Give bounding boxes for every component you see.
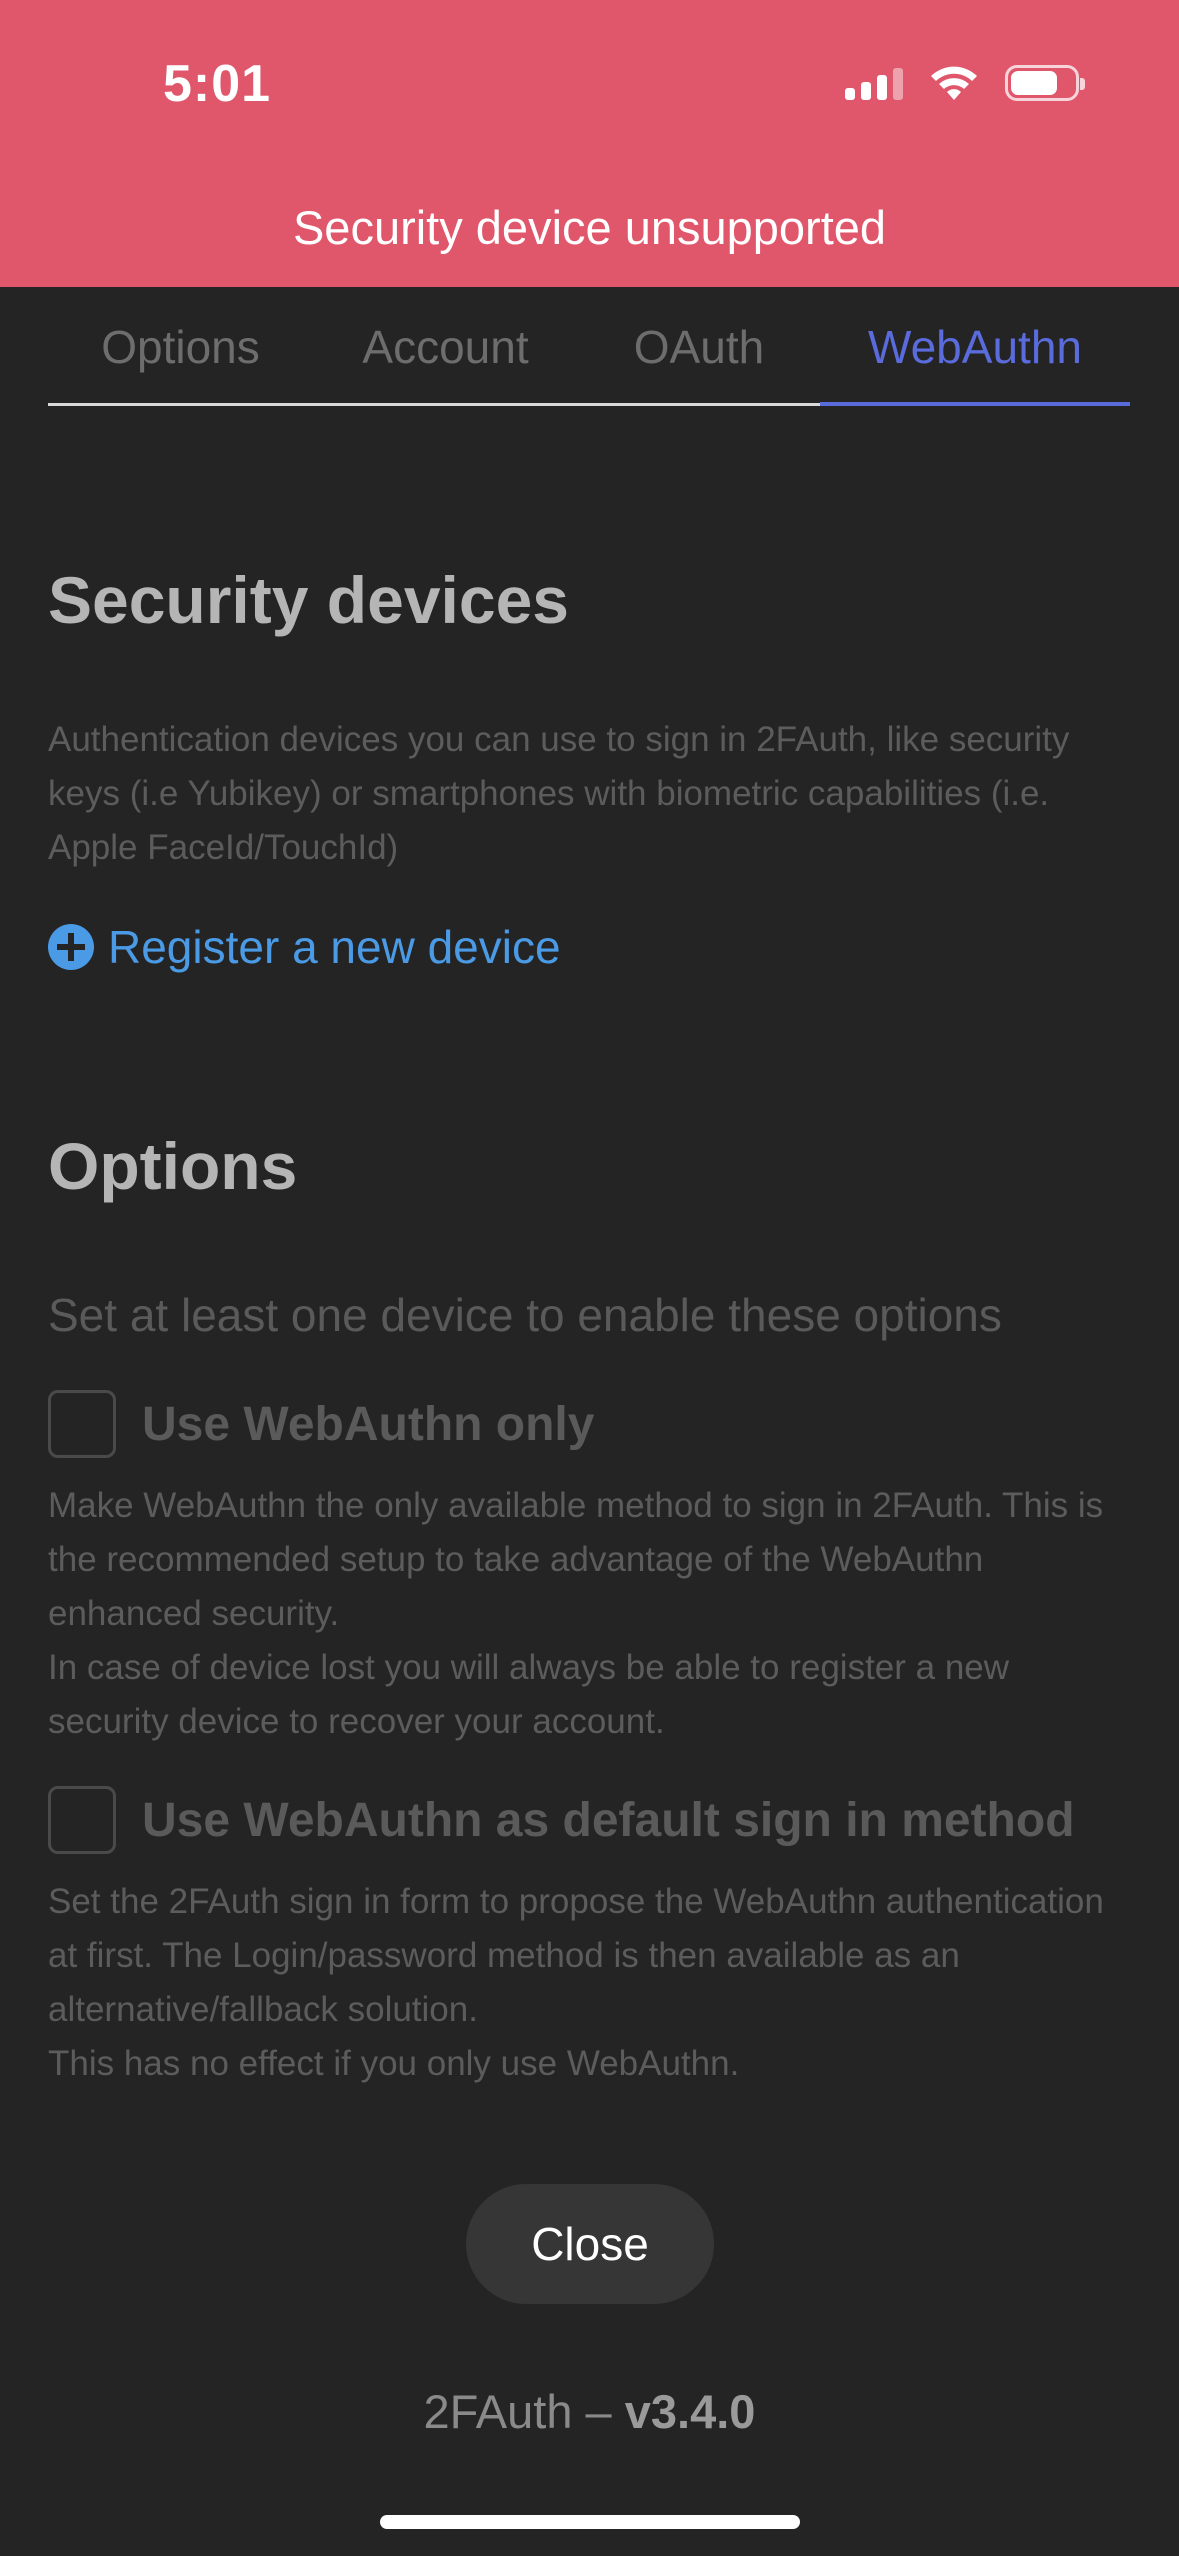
screen: 5:01 Security device unsupported Options… [0,0,1179,2556]
security-devices-help: Authentication devices you can use to si… [48,720,1070,867]
options-disabled-note: Set at least one device to enable these … [48,1289,1002,1341]
notification-message: Security device unsupported [292,201,887,254]
tab-oauth[interactable]: OAuth [578,310,820,406]
status-icons [845,64,1085,102]
home-indicator[interactable] [380,2515,800,2529]
tab-options[interactable]: Options [48,310,313,406]
status-and-notification-banner: 5:01 Security device unsupported [0,0,1179,287]
app-version: 2FAuth – v3.4.0 [0,2384,1179,2439]
use-webauthn-only-help-line1: Make WebAuthn the only available method … [48,1486,1104,1633]
use-webauthn-default-help-line1: Set the 2FAuth sign in form to propose t… [48,1882,1104,2029]
register-device-label: Register a new device [108,921,561,973]
tab-account[interactable]: Account [313,310,578,406]
plus-circle-icon [48,924,94,970]
use-webauthn-only-option: Use WebAuthn only [48,1390,594,1458]
use-webauthn-default-checkbox[interactable] [48,1786,116,1854]
use-webauthn-default-label: Use WebAuthn as default sign in method [142,1793,1075,1847]
use-webauthn-only-help-line2: In case of device lost you will always b… [48,1648,1010,1741]
settings-tabs: Options Account OAuth WebAuthn [48,310,1130,406]
register-device-link[interactable]: Register a new device [48,920,561,974]
version-number: v3.4.0 [624,2385,756,2438]
app-name: 2FAuth – [423,2385,612,2438]
use-webauthn-default-help-line2: This has no effect if you only use WebAu… [48,2044,740,2083]
options-title: Options [48,1129,298,1203]
use-webauthn-only-checkbox[interactable] [48,1390,116,1458]
use-webauthn-only-help: Make WebAuthn the only available method … [48,1479,1108,1749]
cellular-signal-icon [845,66,903,100]
security-devices-title: Security devices [48,563,569,637]
use-webauthn-default-option: Use WebAuthn as default sign in method [48,1786,1075,1854]
use-webauthn-default-help: Set the 2FAuth sign in form to propose t… [48,1875,1108,2091]
close-button[interactable]: Close [466,2184,714,2304]
status-time: 5:01 [163,55,272,113]
wifi-icon [931,66,977,100]
use-webauthn-only-label: Use WebAuthn only [142,1397,595,1451]
battery-icon [1005,65,1085,101]
tab-webauthn[interactable]: WebAuthn [820,310,1130,406]
